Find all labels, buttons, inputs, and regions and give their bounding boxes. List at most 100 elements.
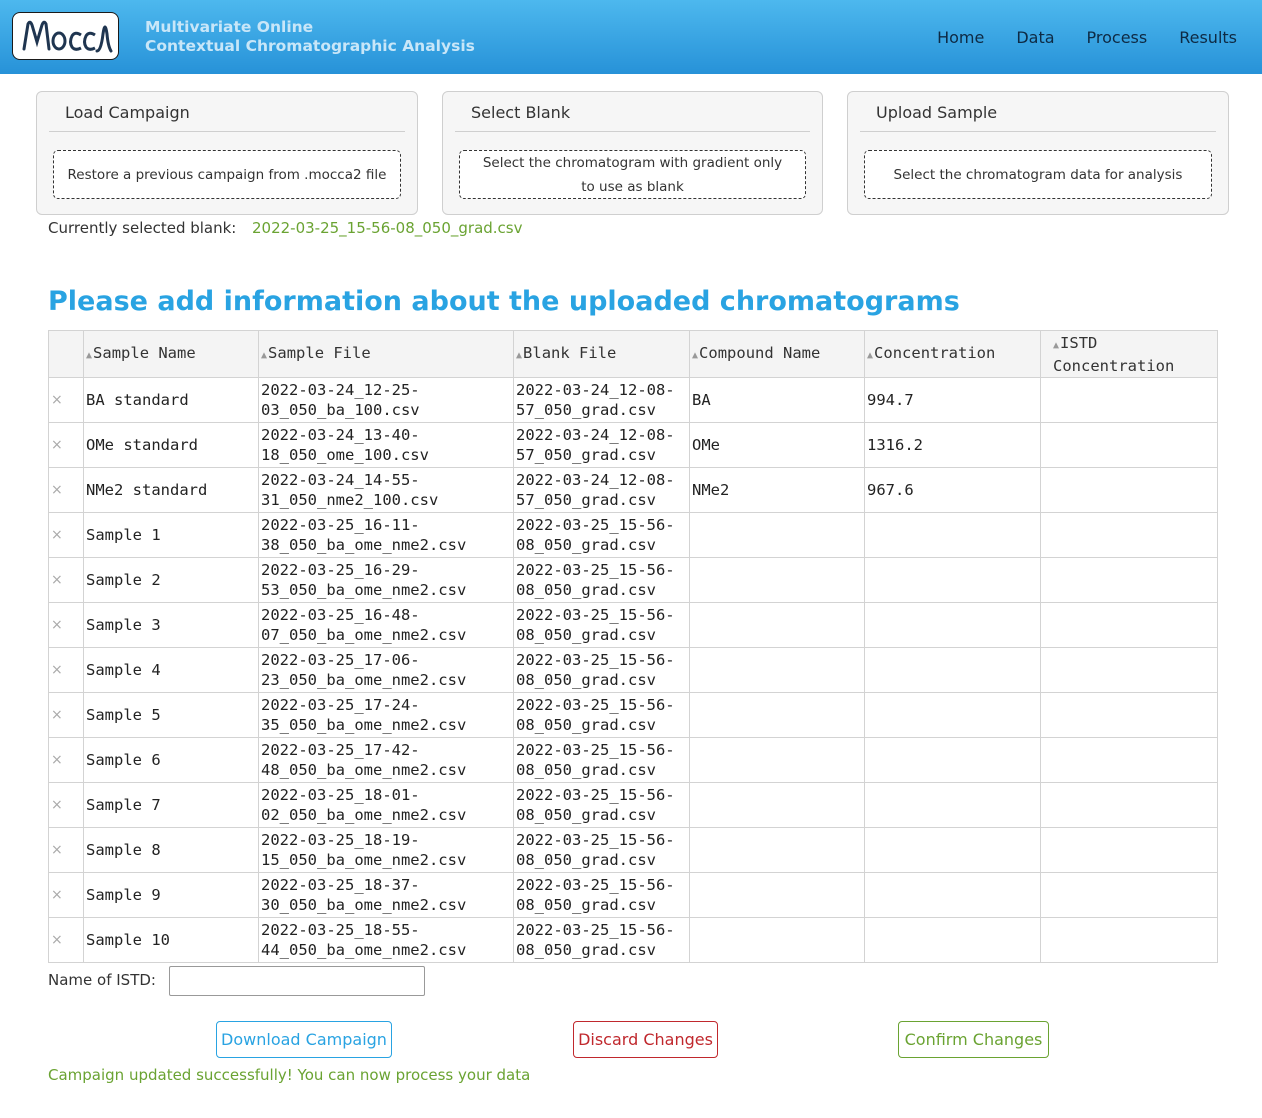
compound-name-cell[interactable] <box>689 512 865 558</box>
compound-name-cell[interactable]: OMe <box>689 422 865 468</box>
delete-row-icon[interactable]: × <box>48 872 84 918</box>
sample-name-cell[interactable]: Sample 7 <box>83 782 259 828</box>
istd-concentration-cell[interactable] <box>1040 512 1218 558</box>
delete-row-icon[interactable]: × <box>48 512 84 558</box>
blank-file-cell[interactable]: 2022-03-25_15-56-08_050_grad.csv <box>513 872 690 918</box>
compound-name-cell[interactable]: BA <box>689 377 865 423</box>
delete-row-icon[interactable]: × <box>48 737 84 783</box>
istd-concentration-cell[interactable] <box>1040 827 1218 873</box>
sample-name-cell[interactable]: Sample 3 <box>83 602 259 648</box>
download-campaign-button[interactable]: Download Campaign <box>216 1021 392 1058</box>
delete-row-icon[interactable]: × <box>48 467 84 513</box>
sample-file-cell[interactable]: 2022-03-25_16-29-53_050_ba_ome_nme2.csv <box>258 557 514 603</box>
sample-file-cell[interactable]: 2022-03-25_16-11-38_050_ba_ome_nme2.csv <box>258 512 514 558</box>
blank-file-cell[interactable]: 2022-03-25_15-56-08_050_grad.csv <box>513 602 690 648</box>
column-header-sample-file[interactable]: ▲︎Sample File <box>258 330 514 378</box>
sample-name-cell[interactable]: OMe standard <box>83 422 259 468</box>
concentration-cell[interactable] <box>864 827 1041 873</box>
istd-concentration-cell[interactable] <box>1040 917 1218 963</box>
mocca-logo[interactable] <box>12 12 119 60</box>
blank-file-cell[interactable]: 2022-03-25_15-56-08_050_grad.csv <box>513 917 690 963</box>
compound-name-cell[interactable] <box>689 737 865 783</box>
nav-process[interactable]: Process <box>1087 28 1148 47</box>
sample-name-cell[interactable]: Sample 4 <box>83 647 259 693</box>
compound-name-cell[interactable] <box>689 872 865 918</box>
sample-name-cell[interactable]: Sample 1 <box>83 512 259 558</box>
sample-file-cell[interactable]: 2022-03-25_18-19-15_050_ba_ome_nme2.csv <box>258 827 514 873</box>
sample-name-cell[interactable]: Sample 5 <box>83 692 259 738</box>
column-header-istd-concentration[interactable]: ▲︎ISTD Concentration <box>1040 330 1218 378</box>
istd-concentration-cell[interactable] <box>1040 782 1218 828</box>
sample-file-cell[interactable]: 2022-03-25_17-06-23_050_ba_ome_nme2.csv <box>258 647 514 693</box>
blank-file-cell[interactable]: 2022-03-25_15-56-08_050_grad.csv <box>513 512 690 558</box>
sample-name-cell[interactable]: NMe2 standard <box>83 467 259 513</box>
sample-file-cell[interactable]: 2022-03-25_17-42-48_050_ba_ome_nme2.csv <box>258 737 514 783</box>
istd-concentration-cell[interactable] <box>1040 557 1218 603</box>
istd-name-input[interactable] <box>169 966 425 996</box>
blank-file-cell[interactable]: 2022-03-25_15-56-08_050_grad.csv <box>513 827 690 873</box>
istd-concentration-cell[interactable] <box>1040 422 1218 468</box>
sample-file-cell[interactable]: 2022-03-24_13-40-18_050_ome_100.csv <box>258 422 514 468</box>
delete-row-icon[interactable]: × <box>48 692 84 738</box>
delete-row-icon[interactable]: × <box>48 377 84 423</box>
sample-file-cell[interactable]: 2022-03-25_17-24-35_050_ba_ome_nme2.csv <box>258 692 514 738</box>
sample-file-cell[interactable]: 2022-03-25_18-01-02_050_ba_ome_nme2.csv <box>258 782 514 828</box>
sample-name-cell[interactable]: BA standard <box>83 377 259 423</box>
nav-results[interactable]: Results <box>1179 28 1237 47</box>
istd-concentration-cell[interactable] <box>1040 872 1218 918</box>
column-header-concentration[interactable]: ▲︎Concentration <box>864 330 1041 378</box>
sample-file-cell[interactable]: 2022-03-24_12-25-03_050_ba_100.csv <box>258 377 514 423</box>
nav-home[interactable]: Home <box>937 28 984 47</box>
sample-file-cell[interactable]: 2022-03-25_18-37-30_050_ba_ome_nme2.csv <box>258 872 514 918</box>
concentration-cell[interactable] <box>864 692 1041 738</box>
blank-file-cell[interactable]: 2022-03-25_15-56-08_050_grad.csv <box>513 737 690 783</box>
blank-file-cell[interactable]: 2022-03-25_15-56-08_050_grad.csv <box>513 692 690 738</box>
concentration-cell[interactable]: 967.6 <box>864 467 1041 513</box>
istd-concentration-cell[interactable] <box>1040 467 1218 513</box>
compound-name-cell[interactable] <box>689 557 865 603</box>
blank-file-cell[interactable]: 2022-03-25_15-56-08_050_grad.csv <box>513 782 690 828</box>
load-campaign-dropzone[interactable]: Restore a previous campaign from .mocca2… <box>53 150 401 199</box>
delete-row-icon[interactable]: × <box>48 827 84 873</box>
delete-row-icon[interactable]: × <box>48 557 84 603</box>
blank-file-cell[interactable]: 2022-03-24_12-08-57_050_grad.csv <box>513 467 690 513</box>
compound-name-cell[interactable] <box>689 647 865 693</box>
concentration-cell[interactable] <box>864 647 1041 693</box>
column-header-blank-file[interactable]: ▲︎Blank File <box>513 330 690 378</box>
sample-name-cell[interactable]: Sample 8 <box>83 827 259 873</box>
upload-sample-dropzone[interactable]: Select the chromatogram data for analysi… <box>864 150 1212 199</box>
column-header-compound-name[interactable]: ▲︎Compound Name <box>689 330 865 378</box>
concentration-cell[interactable] <box>864 917 1041 963</box>
sample-file-cell[interactable]: 2022-03-25_16-48-07_050_ba_ome_nme2.csv <box>258 602 514 648</box>
sample-name-cell[interactable]: Sample 10 <box>83 917 259 963</box>
column-header-sample-name[interactable]: ▲︎Sample Name <box>83 330 259 378</box>
discard-changes-button[interactable]: Discard Changes <box>573 1021 718 1058</box>
delete-row-icon[interactable]: × <box>48 782 84 828</box>
delete-row-icon[interactable]: × <box>48 422 84 468</box>
istd-concentration-cell[interactable] <box>1040 692 1218 738</box>
concentration-cell[interactable] <box>864 602 1041 648</box>
istd-concentration-cell[interactable] <box>1040 647 1218 693</box>
delete-row-icon[interactable]: × <box>48 917 84 963</box>
blank-file-cell[interactable]: 2022-03-24_12-08-57_050_grad.csv <box>513 377 690 423</box>
concentration-cell[interactable] <box>864 512 1041 558</box>
sample-file-cell[interactable]: 2022-03-25_18-55-44_050_ba_ome_nme2.csv <box>258 917 514 963</box>
blank-file-cell[interactable]: 2022-03-25_15-56-08_050_grad.csv <box>513 557 690 603</box>
compound-name-cell[interactable] <box>689 602 865 648</box>
concentration-cell[interactable] <box>864 782 1041 828</box>
istd-concentration-cell[interactable] <box>1040 737 1218 783</box>
sample-name-cell[interactable]: Sample 9 <box>83 872 259 918</box>
concentration-cell[interactable] <box>864 872 1041 918</box>
concentration-cell[interactable] <box>864 737 1041 783</box>
nav-data[interactable]: Data <box>1016 28 1054 47</box>
compound-name-cell[interactable]: NMe2 <box>689 467 865 513</box>
compound-name-cell[interactable] <box>689 827 865 873</box>
istd-concentration-cell[interactable] <box>1040 602 1218 648</box>
delete-row-icon[interactable]: × <box>48 602 84 648</box>
sample-name-cell[interactable]: Sample 2 <box>83 557 259 603</box>
compound-name-cell[interactable] <box>689 917 865 963</box>
concentration-cell[interactable]: 994.7 <box>864 377 1041 423</box>
concentration-cell[interactable]: 1316.2 <box>864 422 1041 468</box>
select-blank-dropzone[interactable]: Select the chromatogram with gradient on… <box>459 150 806 199</box>
compound-name-cell[interactable] <box>689 782 865 828</box>
